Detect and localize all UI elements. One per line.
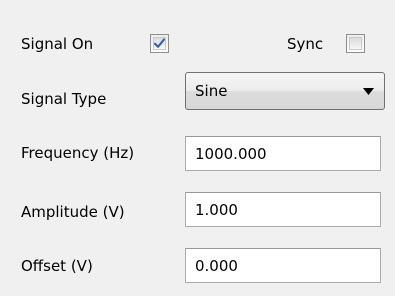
offset-label: Offset (V) — [21, 257, 93, 275]
sync-label: Sync — [287, 35, 324, 53]
amplitude-label: Amplitude (V) — [21, 203, 125, 221]
signal-type-dropdown[interactable]: Sine — [185, 72, 385, 110]
frequency-label: Frequency (Hz) — [21, 144, 135, 162]
signal-type-label: Signal Type — [21, 90, 107, 108]
check-icon — [153, 38, 166, 48]
signal-settings-panel: Signal On Sync Signal Type Sine Frequenc… — [0, 0, 395, 296]
frequency-input[interactable] — [185, 136, 381, 171]
sync-checkbox[interactable] — [346, 34, 365, 53]
signal-type-value: Sine — [195, 82, 228, 100]
signal-on-checkbox[interactable] — [150, 34, 169, 53]
signal-on-label: Signal On — [21, 35, 94, 53]
triangle-down-icon — [363, 88, 374, 95]
amplitude-input[interactable] — [185, 192, 381, 227]
offset-input[interactable] — [185, 248, 381, 283]
